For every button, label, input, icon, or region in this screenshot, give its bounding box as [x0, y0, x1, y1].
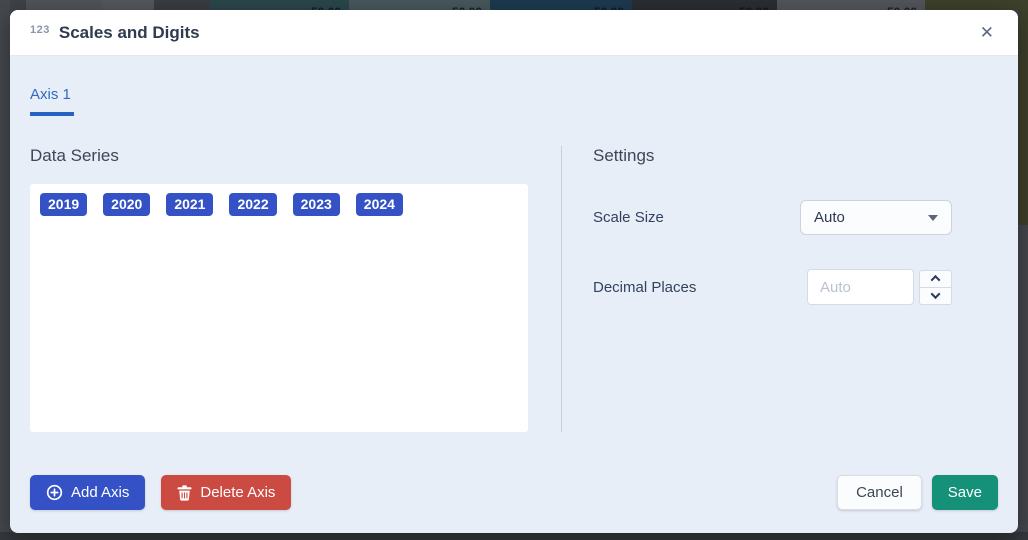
- dialog-columns: Data Series 2019 2020 2021 2022 2023 2024 Set…: [30, 146, 998, 432]
- data-series-section: Data Series 2019 2020 2021 2022 2023 2024: [30, 146, 528, 432]
- delete-axis-button[interactable]: Delete Axis: [161, 475, 291, 510]
- data-series-chip-list: 2019 2020 2021 2022 2023 2024: [40, 193, 518, 216]
- decrement-button[interactable]: [919, 287, 952, 305]
- data-series-chip[interactable]: 2022: [229, 193, 276, 216]
- chevron-down-icon: [928, 215, 938, 221]
- save-button[interactable]: Save: [932, 475, 998, 510]
- chevron-down-icon: [931, 289, 941, 299]
- decimal-places-control: [807, 269, 952, 305]
- backdrop-bottom-strip: [0, 532, 1028, 540]
- backdrop-table-cell: 50.00: [210, 0, 349, 10]
- dialog-header: 123 Scales and Digits ✕: [10, 10, 1018, 56]
- backdrop-right-strip-bottom: [1018, 225, 1028, 540]
- backdrop-table-cell: [925, 0, 1028, 10]
- axis-tab-bar: Axis 1: [30, 86, 998, 116]
- dialog-actions: Cancel Save: [837, 475, 998, 510]
- decimal-places-input[interactable]: [807, 269, 914, 305]
- data-series-chip[interactable]: 2023: [293, 193, 340, 216]
- backdrop-table-strip: 50.0050.0050.0050.0050.00: [0, 0, 1028, 10]
- backdrop-right-strip-top: [1018, 0, 1028, 225]
- trash-icon: [177, 485, 192, 501]
- decimal-places-row: Decimal Places: [593, 269, 952, 305]
- backdrop-table-cell: [26, 0, 102, 10]
- data-series-panel: 2019 2020 2021 2022 2023 2024: [30, 184, 528, 432]
- dialog-footer: Add Axis Delete Axis: [30, 475, 998, 533]
- settings-heading: Settings: [593, 146, 952, 166]
- dialog-body: Axis 1 Data Series 201920202021202220232…: [10, 56, 1018, 533]
- circle-plus-icon: [46, 484, 63, 501]
- decimal-places-stepper: [919, 270, 952, 305]
- data-series-chip[interactable]: 2019: [40, 193, 87, 216]
- settings-section: Settings Scale Size Auto Decimal Places: [562, 146, 998, 432]
- backdrop-table-cell: [154, 0, 210, 10]
- backdrop-left-strip: [0, 0, 10, 540]
- scale-size-value: Auto: [814, 209, 845, 226]
- add-axis-button[interactable]: Add Axis: [30, 475, 145, 510]
- numeric-123-icon: 123: [30, 24, 50, 36]
- backdrop-table-cell: 50.00: [632, 0, 777, 10]
- backdrop-table-cell: 50.00: [490, 0, 632, 10]
- tab-axis-1[interactable]: Axis 1: [30, 86, 74, 116]
- data-series-chip[interactable]: 2020: [103, 193, 150, 216]
- close-icon[interactable]: ✕: [976, 22, 998, 43]
- scales-and-digits-dialog: 123 Scales and Digits ✕ Axis 1 Data Seri…: [10, 10, 1018, 533]
- data-series-heading: Data Series: [30, 146, 528, 166]
- screen: 50.0050.0050.0050.0050.00 123 Scales and…: [0, 0, 1028, 540]
- axis-actions: Add Axis Delete Axis: [30, 475, 291, 510]
- dialog-title: Scales and Digits: [59, 23, 976, 43]
- data-series-chip[interactable]: 2024: [356, 193, 403, 216]
- increment-button[interactable]: [919, 270, 952, 288]
- data-series-chip[interactable]: 2021: [166, 193, 213, 216]
- backdrop-table-cell: 50.00: [349, 0, 490, 10]
- scale-size-label: Scale Size: [593, 209, 664, 226]
- backdrop-table-cell: [102, 0, 154, 10]
- chevron-up-icon: [931, 275, 941, 285]
- cancel-button[interactable]: Cancel: [837, 475, 922, 510]
- scale-size-select[interactable]: Auto: [800, 200, 952, 235]
- backdrop-table-cell: 50.00: [777, 0, 925, 10]
- scale-size-row: Scale Size Auto: [593, 200, 952, 235]
- decimal-places-label: Decimal Places: [593, 279, 696, 296]
